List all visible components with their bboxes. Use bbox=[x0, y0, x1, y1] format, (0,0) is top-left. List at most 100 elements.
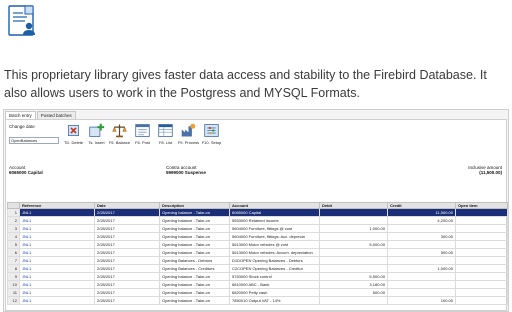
open-item-cell[interactable] bbox=[455, 208, 508, 217]
description-cell[interactable]: Opening Balances - Creditors bbox=[159, 264, 230, 273]
description-cell[interactable]: Opening balance - Take-on bbox=[159, 224, 230, 233]
reference-cell[interactable]: JNL1 bbox=[19, 224, 95, 233]
debit-cell[interactable] bbox=[319, 264, 388, 273]
description-cell[interactable]: Opening balance - Take-on bbox=[159, 296, 230, 305]
debit-cell[interactable]: 1,000.00 bbox=[319, 224, 388, 233]
credit-cell[interactable] bbox=[387, 240, 456, 249]
account-cell[interactable]: 5613000 Motor vehicles: Accum. depreciat… bbox=[229, 248, 320, 257]
reference-cell[interactable]: JNL1 bbox=[19, 296, 95, 305]
date-cell[interactable]: 2/28/2017 bbox=[94, 256, 160, 265]
date-cell[interactable]: 2/28/2017 bbox=[94, 296, 160, 305]
account-cell[interactable]: 5604000 Furniture, fittings: Acc. deprec… bbox=[229, 232, 320, 241]
account-cell[interactable]: 6810000 ABC - Bank bbox=[229, 280, 320, 289]
post-button[interactable]: F6. Post bbox=[131, 122, 154, 145]
delete-button[interactable]: TD. Delete bbox=[62, 122, 85, 145]
open-item-cell[interactable] bbox=[455, 272, 508, 281]
insert-button[interactable]: Ts. Insert bbox=[85, 122, 108, 145]
table-row[interactable]: 7 JNL1 2/28/2017 Opening Balances - Debtors… bbox=[7, 256, 508, 265]
reference-cell[interactable]: JNL1 bbox=[19, 232, 95, 241]
table-row[interactable]: 5 JNL1 2/28/2017 Opening balance - Take-on 5… bbox=[7, 240, 508, 249]
table-row[interactable]: 10 JNL1 2/28/2017 Opening balance - Take-on… bbox=[7, 280, 508, 289]
reference-cell[interactable]: JNL1 bbox=[19, 264, 95, 273]
debit-cell[interactable]: 5,000.00 bbox=[319, 240, 388, 249]
credit-cell[interactable] bbox=[387, 288, 456, 297]
description-cell[interactable]: Opening balance - Take-on bbox=[159, 208, 230, 217]
account-cell[interactable]: C2COPEN Opening Balances - Creditor bbox=[229, 264, 320, 273]
credit-cell[interactable]: 300.00 bbox=[387, 232, 456, 241]
account-cell[interactable]: 5753000 Stock control bbox=[229, 272, 320, 281]
setup-button[interactable]: F10. Setup bbox=[200, 122, 223, 145]
description-cell[interactable]: Opening balance - Take-on bbox=[159, 288, 230, 297]
reference-cell[interactable]: JNL1 bbox=[19, 240, 95, 249]
debit-cell[interactable] bbox=[319, 248, 388, 257]
open-item-cell[interactable] bbox=[455, 248, 508, 257]
account-value[interactable]: 6065000 Capital bbox=[9, 170, 43, 175]
change-date-link[interactable]: Change date bbox=[9, 124, 35, 129]
credit-cell[interactable]: 11,500.00 bbox=[387, 208, 456, 217]
process-button[interactable]: F9. Process bbox=[177, 122, 200, 145]
table-row[interactable]: 1 JNL1 2/28/2017 Opening balance - Take-on 6… bbox=[7, 208, 508, 217]
account-cell[interactable]: 5613000 Motor vehicles @ cost bbox=[229, 240, 320, 249]
open-item-cell[interactable] bbox=[455, 224, 508, 233]
inclusive-amount-value[interactable]: (11,500.00) bbox=[468, 170, 502, 175]
account-cell[interactable]: 5604000 Furniture, fittings @ cost bbox=[229, 224, 320, 233]
reference-cell[interactable]: JNL1 bbox=[19, 248, 95, 257]
date-cell[interactable]: 2/28/2017 bbox=[94, 224, 160, 233]
open-item-cell[interactable] bbox=[455, 288, 508, 297]
date-cell[interactable]: 2/28/2017 bbox=[94, 216, 160, 225]
date-cell[interactable]: 2/28/2017 bbox=[94, 288, 160, 297]
reference-cell[interactable]: JNL1 bbox=[19, 288, 95, 297]
reference-cell[interactable]: JNL1 bbox=[19, 272, 95, 281]
balance-button[interactable]: F5. Balance bbox=[108, 122, 131, 145]
credit-cell[interactable] bbox=[387, 280, 456, 289]
tab-posted-batches[interactable]: Posted batches bbox=[36, 111, 76, 119]
open-item-cell[interactable] bbox=[455, 296, 508, 305]
debit-cell[interactable] bbox=[319, 256, 388, 265]
account-cell[interactable]: 6065000 Capital bbox=[229, 208, 320, 217]
date-cell[interactable]: 2/28/2017 bbox=[94, 272, 160, 281]
open-item-cell[interactable] bbox=[455, 216, 508, 225]
credit-cell[interactable] bbox=[387, 256, 456, 265]
description-cell[interactable]: Opening Balances - Debtors bbox=[159, 256, 230, 265]
description-cell[interactable]: Opening balance - Take-on bbox=[159, 216, 230, 225]
description-cell[interactable]: Opening balance - Take-on bbox=[159, 232, 230, 241]
table-row[interactable]: 2 JNL1 2/28/2017 Opening balance - Take-on 5… bbox=[7, 216, 508, 225]
account-cell[interactable]: 5553000 Retained income bbox=[229, 216, 320, 225]
debit-cell[interactable] bbox=[319, 216, 388, 225]
description-cell[interactable]: Opening balance - Take-on bbox=[159, 272, 230, 281]
reference-cell[interactable]: JNL1 bbox=[19, 280, 95, 289]
contra-account-value[interactable]: 5999000 Suspense bbox=[166, 170, 206, 175]
credit-cell[interactable] bbox=[387, 224, 456, 233]
description-cell[interactable]: Opening balance - Take-on bbox=[159, 248, 230, 257]
date-cell[interactable]: 2/28/2017 bbox=[94, 240, 160, 249]
open-item-cell[interactable] bbox=[455, 264, 508, 273]
debit-cell[interactable]: 500.00 bbox=[319, 288, 388, 297]
date-cell[interactable]: 2/28/2017 bbox=[94, 208, 160, 217]
list-button[interactable]: F8. List bbox=[154, 122, 177, 145]
debit-cell[interactable]: 5,500.00 bbox=[319, 272, 388, 281]
batch-select-input[interactable]: OpenBalances bbox=[9, 137, 59, 144]
credit-cell[interactable]: 500.00 bbox=[387, 248, 456, 257]
reference-cell[interactable]: JNL1 bbox=[19, 208, 95, 217]
description-cell[interactable]: Opening balance - Take-on bbox=[159, 280, 230, 289]
table-row[interactable]: 11 JNL1 2/28/2017 Opening balance - Take-on… bbox=[7, 288, 508, 297]
reference-cell[interactable]: JNL1 bbox=[19, 216, 95, 225]
date-cell[interactable]: 2/28/2017 bbox=[94, 232, 160, 241]
debit-cell[interactable] bbox=[319, 296, 388, 305]
table-row[interactable]: 12 JNL1 2/28/2017 Opening balance - Take-on… bbox=[7, 296, 508, 305]
date-cell[interactable]: 2/28/2017 bbox=[94, 264, 160, 273]
credit-cell[interactable]: 1,000.00 bbox=[387, 264, 456, 273]
credit-cell[interactable] bbox=[387, 272, 456, 281]
account-cell[interactable]: 6820000 Petty cash bbox=[229, 288, 320, 297]
account-cell[interactable]: 7850010 Output VAT - 14% bbox=[229, 296, 320, 305]
table-row[interactable]: 9 JNL1 2/28/2017 Opening balance - Take-on 5… bbox=[7, 272, 508, 281]
debit-cell[interactable]: 3,180.00 bbox=[319, 280, 388, 289]
open-item-cell[interactable] bbox=[455, 240, 508, 249]
date-cell[interactable]: 2/28/2017 bbox=[94, 280, 160, 289]
reference-cell[interactable]: JNL1 bbox=[19, 256, 95, 265]
debit-cell[interactable] bbox=[319, 208, 388, 217]
credit-cell[interactable]: 4,200.00 bbox=[387, 216, 456, 225]
date-cell[interactable]: 2/28/2017 bbox=[94, 248, 160, 257]
debit-cell[interactable] bbox=[319, 232, 388, 241]
table-row[interactable]: 3 JNL1 2/28/2017 Opening balance - Take-on 5… bbox=[7, 224, 508, 233]
